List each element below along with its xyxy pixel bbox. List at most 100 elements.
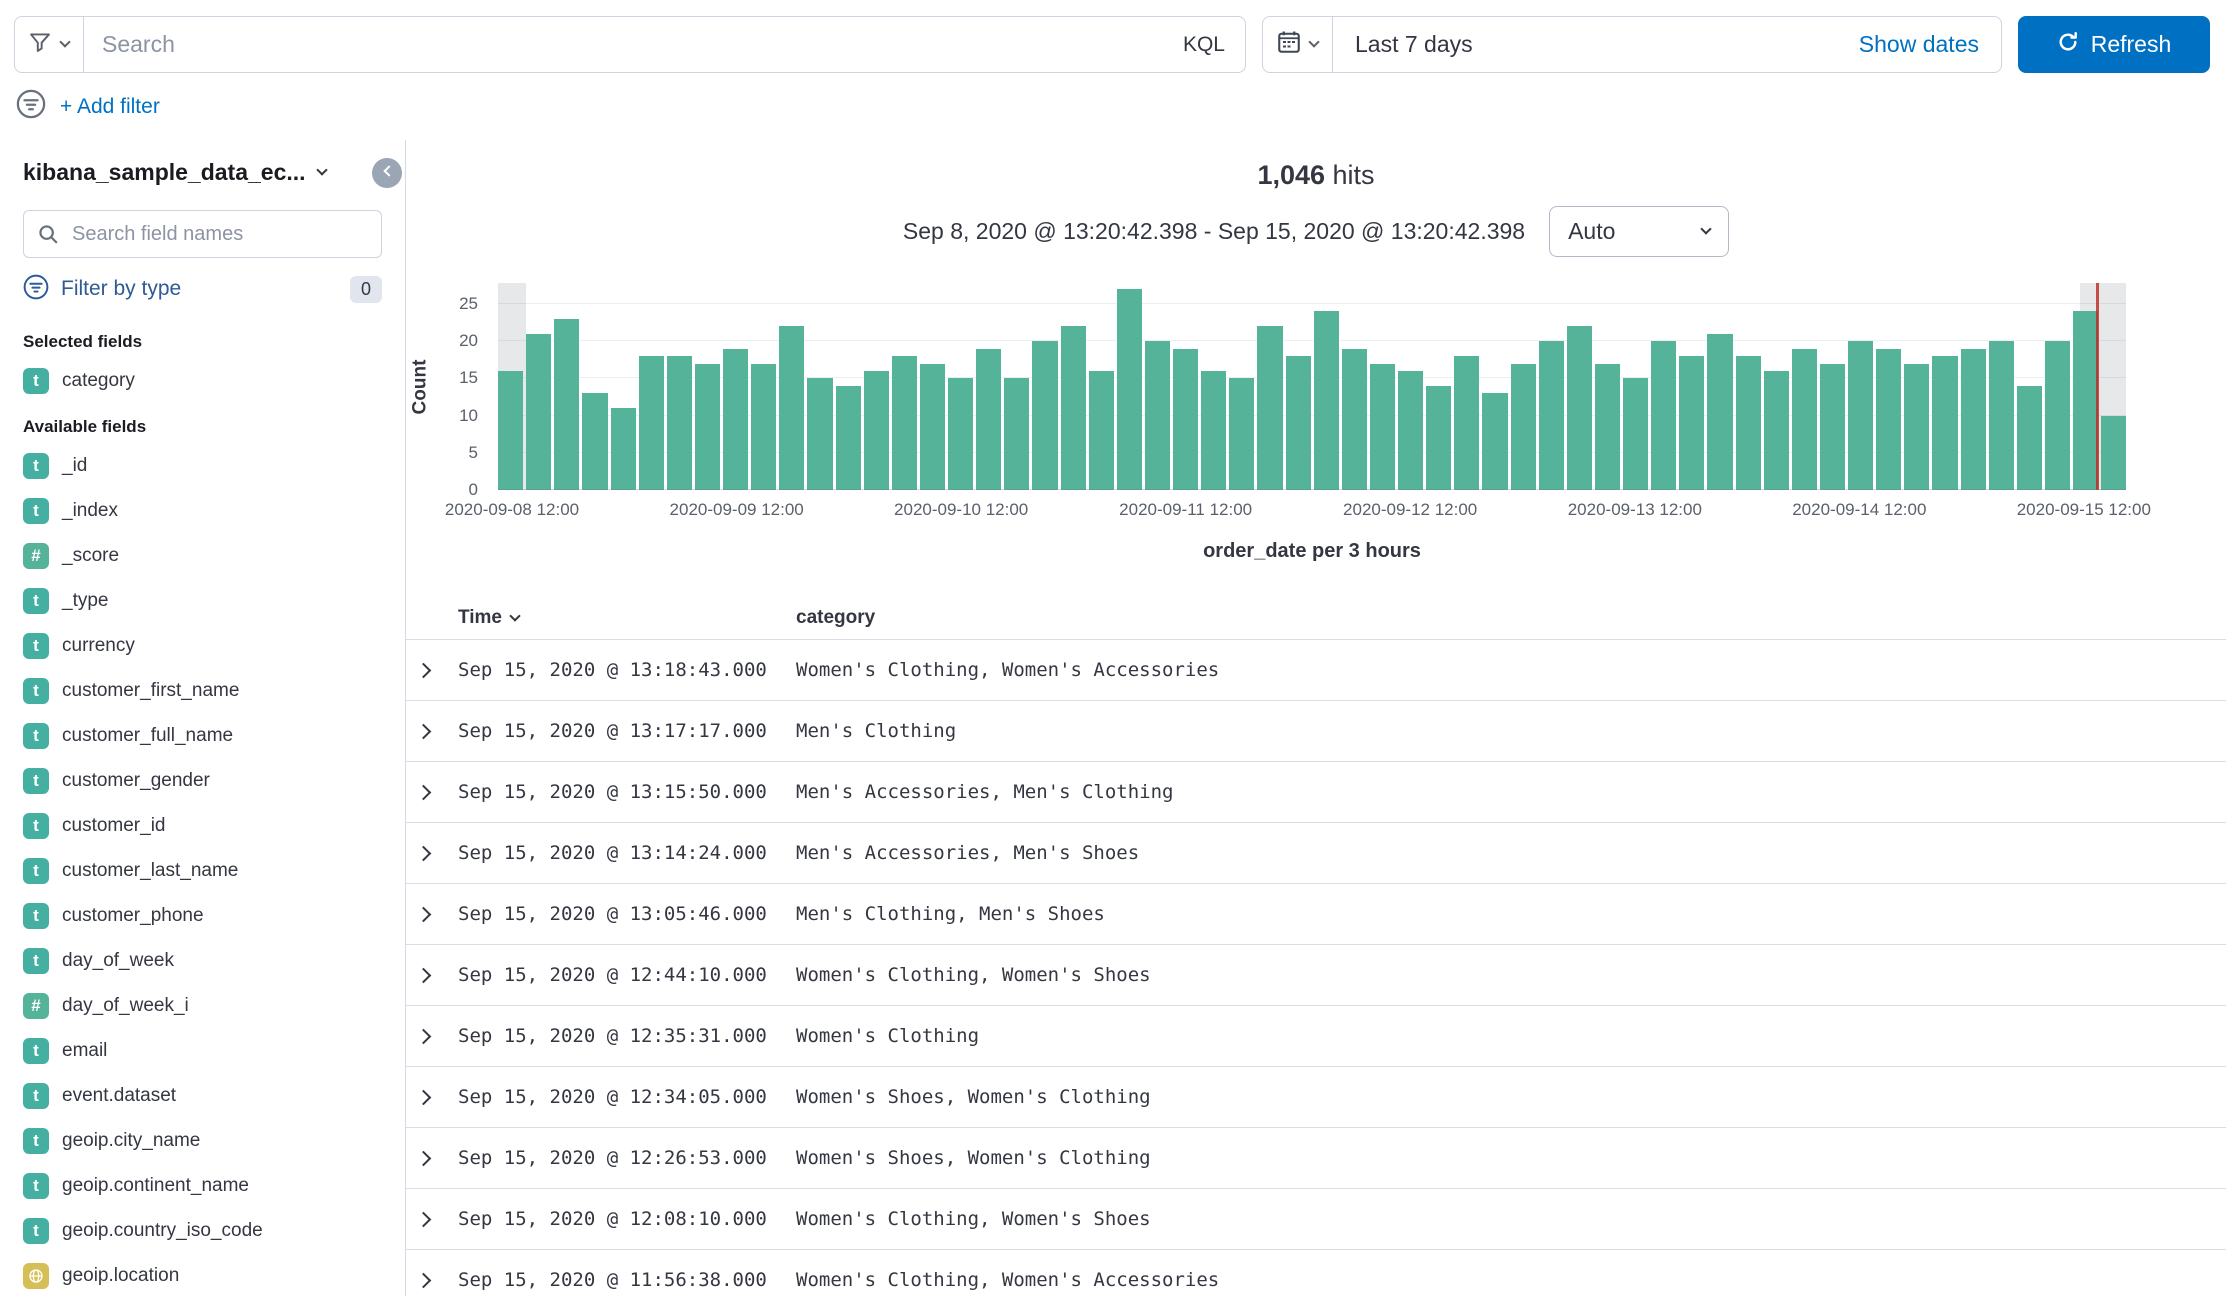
histogram-bar[interactable] [1792, 349, 1817, 490]
histogram-bar[interactable] [667, 356, 692, 490]
histogram-bar[interactable] [1876, 349, 1901, 490]
histogram-bar[interactable] [554, 319, 579, 490]
histogram-bar[interactable] [779, 326, 804, 490]
field-item-category[interactable]: tcategory [23, 358, 382, 403]
field-item-geoip.location[interactable]: geoip.location [23, 1253, 382, 1296]
saved-query-menu-button[interactable] [15, 17, 84, 72]
quick-select-date-button[interactable] [1263, 17, 1333, 72]
field-item-email[interactable]: temail [23, 1028, 382, 1073]
histogram-bar[interactable] [611, 408, 636, 490]
histogram-bar[interactable] [1482, 393, 1507, 490]
histogram-bar[interactable] [639, 356, 664, 490]
histogram-bar[interactable] [1398, 371, 1423, 490]
refresh-button[interactable]: Refresh [2018, 16, 2210, 73]
histogram-bar[interactable] [836, 386, 861, 490]
field-item-event.dataset[interactable]: tevent.dataset [23, 1073, 382, 1118]
field-item-customer_id[interactable]: tcustomer_id [23, 803, 382, 848]
field-item-geoip.city_name[interactable]: tgeoip.city_name [23, 1118, 382, 1163]
expand-row-icon[interactable] [416, 1089, 432, 1105]
histogram-bar[interactable] [1539, 341, 1564, 490]
index-pattern-switcher[interactable]: kibana_sample_data_ec... [23, 158, 382, 186]
histogram-bar[interactable] [1679, 356, 1704, 490]
histogram-bar[interactable] [1061, 326, 1086, 490]
kql-syntax-button[interactable]: KQL [1183, 33, 1245, 57]
histogram-bar[interactable] [1004, 378, 1029, 490]
global-filter-options-icon[interactable] [16, 89, 46, 124]
time-range-value[interactable]: Last 7 days [1333, 31, 1859, 58]
histogram-bar[interactable] [1932, 356, 1957, 490]
histogram-bar[interactable] [920, 364, 945, 491]
field-item-customer_last_name[interactable]: tcustomer_last_name [23, 848, 382, 893]
field-item-customer_gender[interactable]: tcustomer_gender [23, 758, 382, 803]
histogram-bar[interactable] [1961, 349, 1986, 490]
histogram-bar[interactable] [1707, 334, 1732, 490]
histogram-bar[interactable] [1032, 341, 1057, 490]
histogram-bar[interactable] [1286, 356, 1311, 490]
field-item-day_of_week[interactable]: tday_of_week [23, 938, 382, 983]
histogram-bar[interactable] [1820, 364, 1845, 491]
histogram-bar[interactable] [1229, 378, 1254, 490]
histogram-bar[interactable] [1736, 356, 1761, 490]
expand-row-icon[interactable] [416, 662, 432, 678]
expand-row-icon[interactable] [416, 1028, 432, 1044]
histogram-bar[interactable] [864, 371, 889, 490]
histogram-bar[interactable] [1314, 311, 1339, 490]
expand-row-icon[interactable] [416, 1150, 432, 1166]
field-item-customer_full_name[interactable]: tcustomer_full_name [23, 713, 382, 758]
histogram-bar[interactable] [695, 364, 720, 491]
histogram-bar[interactable] [582, 393, 607, 490]
histogram-bar[interactable] [2101, 416, 2126, 490]
interval-select[interactable]: Auto [1549, 206, 1729, 257]
expand-row-icon[interactable] [416, 1211, 432, 1227]
filter-by-type-button[interactable]: Filter by type 0 [23, 274, 382, 304]
histogram-bar[interactable] [1342, 349, 1367, 490]
histogram-bar[interactable] [2017, 386, 2042, 490]
histogram-bar[interactable] [1370, 364, 1395, 491]
show-dates-button[interactable]: Show dates [1859, 31, 2001, 58]
field-item-_score[interactable]: #_score [23, 533, 382, 578]
field-item-geoip.continent_name[interactable]: tgeoip.continent_name [23, 1163, 382, 1208]
histogram-bar[interactable] [1989, 341, 2014, 490]
histogram-bar[interactable] [948, 378, 973, 490]
histogram-bar[interactable] [1623, 378, 1648, 490]
field-item-customer_phone[interactable]: tcustomer_phone [23, 893, 382, 938]
collapse-sidebar-button[interactable] [372, 158, 402, 188]
histogram-bar[interactable] [751, 364, 776, 491]
expand-row-icon[interactable] [416, 906, 432, 922]
histogram-bar[interactable] [1511, 364, 1536, 491]
histogram-bar[interactable] [1904, 364, 1929, 491]
histogram-bar[interactable] [1201, 371, 1226, 490]
field-item-geoip.country_iso_code[interactable]: tgeoip.country_iso_code [23, 1208, 382, 1253]
histogram-bar[interactable] [1145, 341, 1170, 490]
field-item-currency[interactable]: tcurrency [23, 623, 382, 668]
field-item-customer_first_name[interactable]: tcustomer_first_name [23, 668, 382, 713]
histogram-bar[interactable] [1454, 356, 1479, 490]
histogram-bar[interactable] [2073, 311, 2098, 490]
time-column-header[interactable]: Time [458, 607, 796, 629]
expand-row-icon[interactable] [416, 784, 432, 800]
expand-row-icon[interactable] [416, 967, 432, 983]
field-search-input[interactable] [23, 210, 382, 258]
field-item-_id[interactable]: t_id [23, 443, 382, 488]
field-item-day_of_week_i[interactable]: #day_of_week_i [23, 983, 382, 1028]
histogram-bar[interactable] [1595, 364, 1620, 491]
expand-row-icon[interactable] [416, 845, 432, 861]
histogram-bar[interactable] [1567, 326, 1592, 490]
histogram-bar[interactable] [1764, 371, 1789, 490]
field-item-_type[interactable]: t_type [23, 578, 382, 623]
histogram-bar[interactable] [1257, 326, 1282, 490]
histogram-bar[interactable] [498, 371, 523, 490]
histogram-bar[interactable] [723, 349, 748, 490]
histogram-bar[interactable] [976, 349, 1001, 490]
expand-row-icon[interactable] [416, 723, 432, 739]
add-filter-button[interactable]: + Add filter [60, 95, 160, 119]
histogram-bar[interactable] [1426, 386, 1451, 490]
search-input[interactable] [84, 17, 1183, 72]
histogram-bar[interactable] [807, 378, 832, 490]
histogram-bar[interactable] [1848, 341, 1873, 490]
histogram-bar[interactable] [892, 356, 917, 490]
histogram-bar[interactable] [1173, 349, 1198, 490]
field-item-_index[interactable]: t_index [23, 488, 382, 533]
histogram-bar[interactable] [1089, 371, 1114, 490]
histogram-bar[interactable] [2045, 341, 2070, 490]
